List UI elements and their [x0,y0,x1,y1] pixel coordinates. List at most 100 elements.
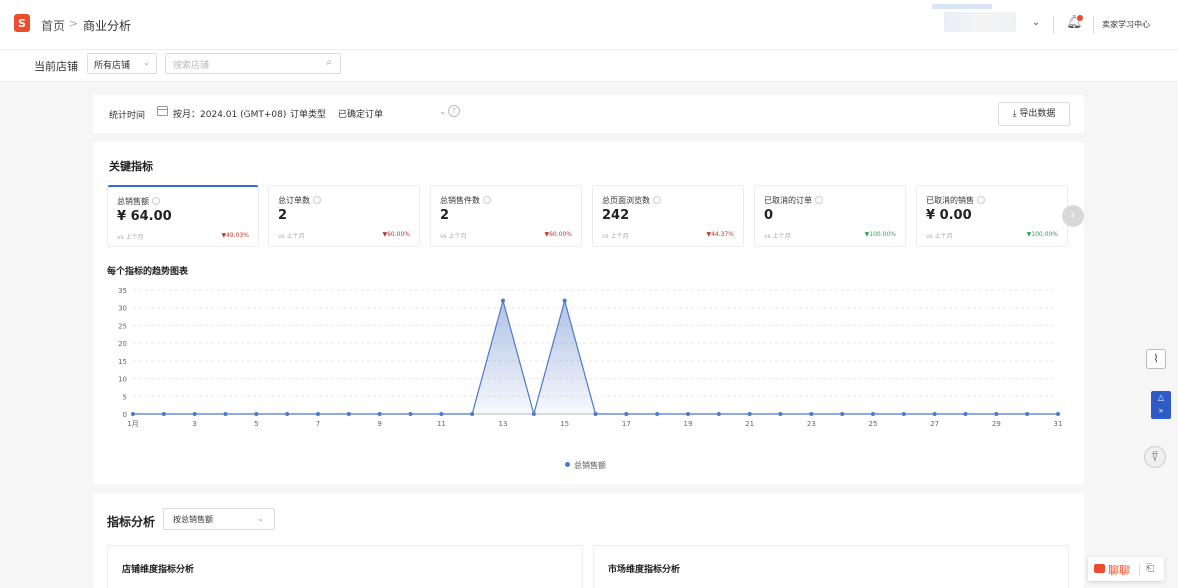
y-tick-label: 10 [118,376,127,384]
data-point [593,412,598,416]
account-chevron-down-icon[interactable]: ⌄ [1032,17,1040,28]
month-picker[interactable]: 按月：2024.01 (GMT+08) [173,107,286,120]
data-point [901,412,906,416]
x-tick-label: 17 [622,420,631,428]
breadcrumb-separator: > [69,17,79,30]
data-point [131,412,135,416]
sales-trend-chart: 051015202530351月 3 5 7 9 11 13 15 17 19 21 23 25 27 29… [118,287,1062,428]
calendar-icon[interactable] [157,106,168,116]
download-icon: ⤓ [1012,109,1017,119]
metric-name: 总销售件数 [440,196,480,205]
data-point [439,412,444,416]
seller-learning-center-link[interactable]: 卖家学习中心 [1102,19,1150,30]
breadcrumb-home[interactable]: 首页 [41,17,65,34]
analysis-metric-dropdown[interactable]: 按总销售额 ⌄ [163,508,275,530]
metric-analysis-card: 指标分析 按总销售额 ⌄ 店铺维度指标分析 市场维度指标分析 [93,493,1084,588]
customer-service-icon[interactable]: ⍢ [1144,446,1166,468]
key-metrics-card: 关键指标 总销售额 ¥ 64.00 vs 上个月 ▼49.03% 总订单数 2 … [93,142,1084,484]
account-avatar-blurred[interactable] [944,12,1016,32]
metric-vs-label: vs 上个月 [278,233,305,240]
metric-change: ▼60.00% [382,231,410,238]
metric-value: 2 [440,208,450,223]
minimize-icon[interactable]: ⎗ [1146,563,1154,574]
key-metrics-title: 关键指标 [109,160,153,173]
search-icon[interactable]: ⌕ [326,57,332,68]
export-data-button[interactable]: ⤓ 导出数据 [998,102,1070,126]
assistant-expand-icon[interactable]: △» [1151,391,1171,419]
x-tick-label: 25 [869,420,878,428]
data-point [686,412,690,416]
account-name-blurred [932,4,992,9]
shop-filter-bar: 当前店铺 所有店铺 ⌄ 搜索店铺 ⌕ [0,50,1178,82]
chevron-down-icon: ⌄ [257,514,264,523]
metric-change: ▼100.00% [1026,231,1058,238]
x-tick-label: 1月 [127,420,138,428]
export-data-label: 导出数据 [1019,109,1056,119]
chat-bubble-icon [1094,564,1105,573]
metric-tile-page-views[interactable]: 总页面浏览数 242 vs 上个月 ▼44.37% [592,185,744,247]
metric-analysis-title: 指标分析 [107,515,156,529]
data-point [624,412,629,416]
shop-select-value: 所有店铺 [94,61,131,71]
shop-logo-icon[interactable]: S [14,14,30,32]
metric-tiles: 总销售额 ¥ 64.00 vs 上个月 ▼49.03% 总订单数 2 vs 上个… [107,185,1084,247]
metric-vs-label: vs 上个月 [440,233,467,240]
metric-vs-label: vs 上个月 [764,233,791,240]
pulse-chart-icon[interactable]: ⌇ [1146,349,1166,369]
metric-change: ▼100.00% [864,231,896,238]
analysis-metric-value: 按总销售额 [173,515,213,524]
chat-button[interactable]: 聊聊 ⎗ [1088,557,1164,581]
help-icon[interactable] [483,196,491,204]
divider [1093,16,1094,34]
help-icon[interactable] [653,196,661,204]
data-point [223,412,228,416]
help-icon[interactable] [152,197,160,205]
help-icon[interactable]: ? [448,105,460,117]
help-icon[interactable] [977,196,985,204]
stat-time-bar: 统计时间 按月：2024.01 (GMT+08) 订单类型 已确定订单 ⌄ ? … [93,95,1084,133]
chevron-down-icon: ⌄ [143,58,150,67]
metric-name: 已取消的订单 [764,196,812,205]
metric-name: 总订单数 [278,196,310,205]
legend-marker [565,462,570,467]
metric-tile-cancelled-sales[interactable]: 已取消的销售 ¥ 0.00 vs 上个月 ▼100.00% [916,185,1068,247]
metric-tile-total-orders[interactable]: 总订单数 2 vs 上个月 ▼60.00% [268,185,420,247]
metric-vs-label: vs 上个月 [602,233,629,240]
breadcrumb-current: 商业分析 [83,19,132,33]
shop-search-input[interactable]: 搜索店铺 ⌕ [165,53,341,74]
metric-name: 总页面浏览数 [602,196,650,205]
data-point [1056,412,1060,416]
y-tick-label: 20 [118,340,127,348]
metric-tile-total-sales[interactable]: 总销售额 ¥ 64.00 vs 上个月 ▼49.03% [107,185,259,247]
metric-change: ▼60.00% [544,231,572,238]
divider [1139,563,1140,576]
data-point [470,412,475,416]
metric-value: ¥ 64.00 [117,209,172,224]
shop-dimension-panel: 店铺维度指标分析 [107,545,583,588]
data-point [254,412,259,416]
divider [245,107,246,119]
next-arrow-icon[interactable]: › [1062,205,1084,227]
data-point [655,412,660,416]
data-point [809,412,814,416]
metric-tile-total-units[interactable]: 总销售件数 2 vs 上个月 ▼60.00% [430,185,582,247]
data-point [963,412,968,416]
data-point [316,412,320,416]
order-type-dropdown[interactable]: 已确定订单 ⌄ [332,102,454,124]
data-point [778,412,783,416]
data-point [716,412,721,416]
help-icon[interactable] [313,196,321,204]
series-line [133,298,1058,417]
chart-legend[interactable]: 总销售额 [565,460,606,471]
chevron-down-icon: ⌄ [439,107,446,116]
legend-label: 总销售额 [574,461,606,470]
data-point [192,412,197,416]
help-icon[interactable] [815,196,823,204]
y-tick-label: 35 [118,287,127,295]
shop-select-dropdown[interactable]: 所有店铺 ⌄ [87,53,157,74]
current-shop-label: 当前店铺 [34,60,78,73]
metric-tile-cancelled-orders[interactable]: 已取消的订单 0 vs 上个月 ▼100.00% [754,185,906,247]
x-tick-label: 5 [254,420,258,428]
data-point [408,412,413,416]
y-tick-label: 15 [118,358,127,366]
